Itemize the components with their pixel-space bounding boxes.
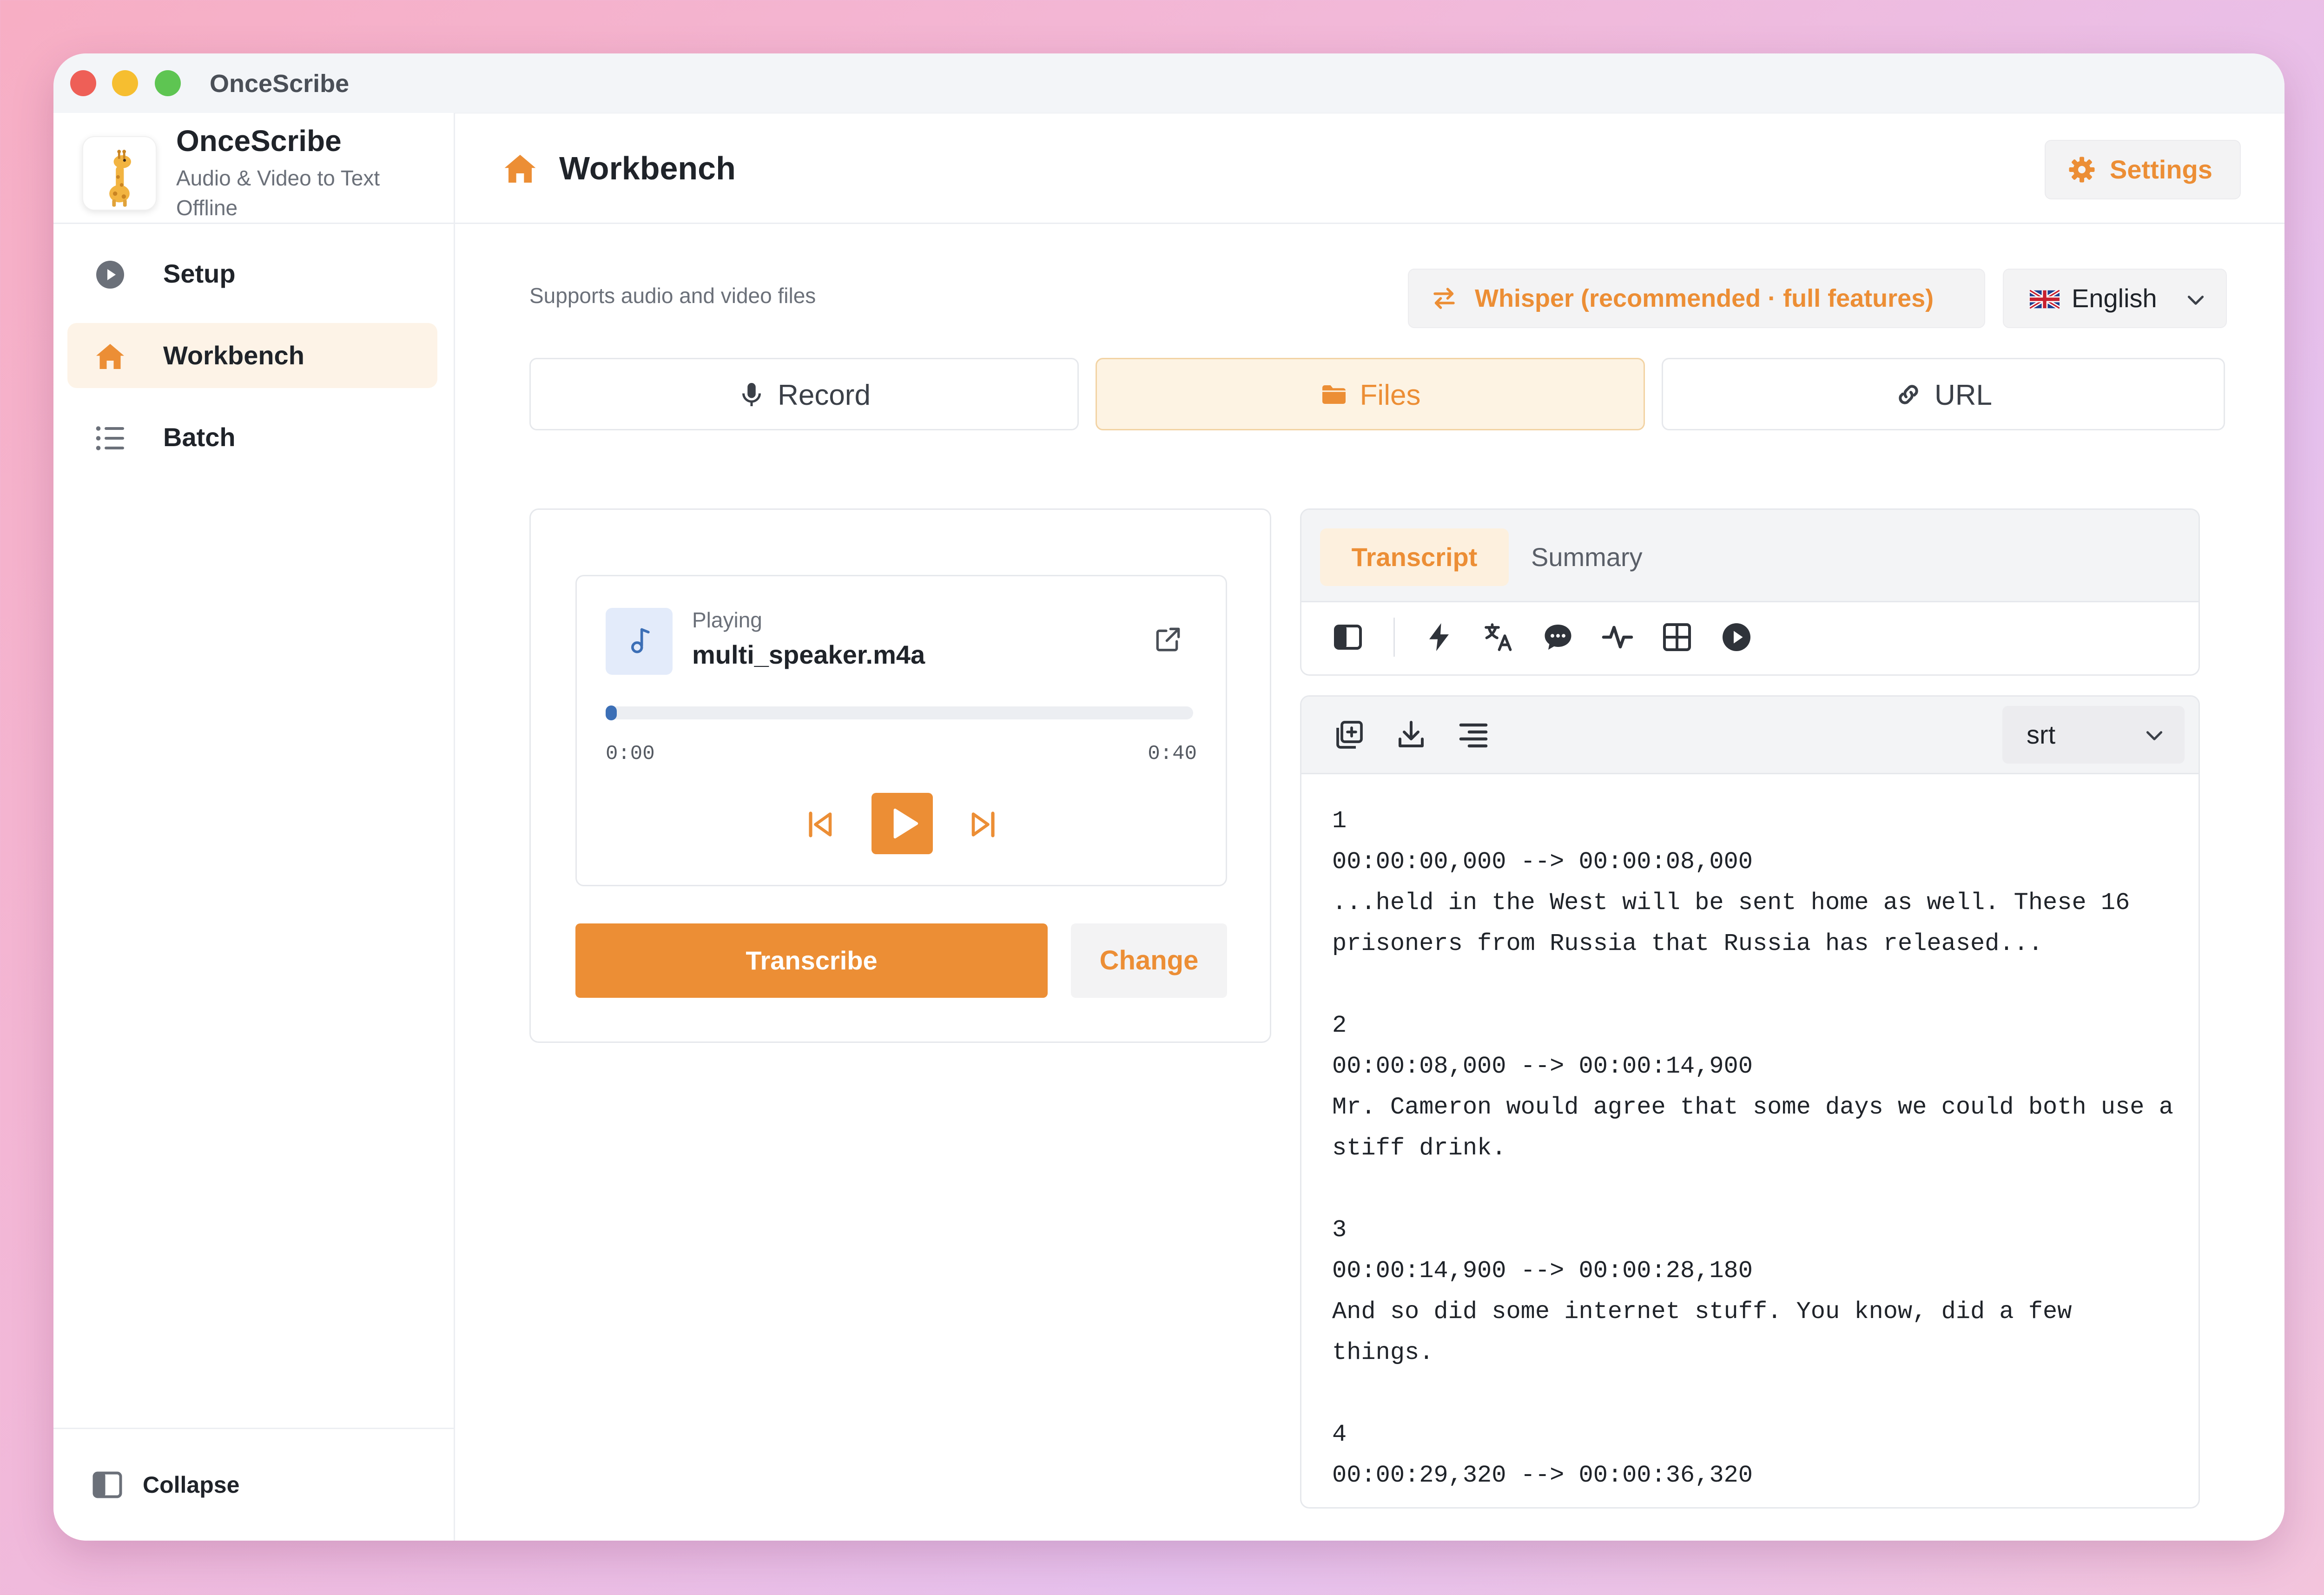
grid-icon[interactable] xyxy=(1660,620,1694,654)
close-window-button[interactable] xyxy=(70,70,96,96)
home-icon xyxy=(96,344,124,369)
workbench-main: Supports audio and video files Whisper (… xyxy=(455,224,2284,1541)
play-circle-icon xyxy=(96,261,124,289)
sidebar-collapse-icon xyxy=(92,1471,122,1498)
page-header: Workbench Settings xyxy=(455,113,2284,224)
tab-files[interactable]: Files xyxy=(1096,358,1645,430)
brand: OnceScribe Audio & Video to Text Offline xyxy=(53,113,454,224)
gear-icon xyxy=(2069,157,2095,183)
progress-bar[interactable] xyxy=(606,706,1193,719)
output-tabbar: Transcript Summary xyxy=(1301,510,2199,602)
model-switch-button[interactable]: Whisper (recommended · full features) xyxy=(1408,269,1985,328)
current-time: 0:00 xyxy=(606,742,655,765)
transcribe-button[interactable]: Transcribe xyxy=(575,923,1048,998)
minimize-window-button[interactable] xyxy=(112,70,138,96)
waveform-icon[interactable] xyxy=(1601,620,1634,654)
tab-label: Record xyxy=(778,379,871,411)
brand-name: OnceScribe xyxy=(176,124,342,158)
output-tabs-panel: Transcript Summary xyxy=(1300,508,2200,676)
collapse-button[interactable]: Collapse xyxy=(53,1428,454,1541)
tab-transcript[interactable]: Transcript xyxy=(1320,528,1509,586)
sidebar-item-label: Workbench xyxy=(163,341,304,370)
chat-bubble-icon[interactable] xyxy=(1541,620,1575,654)
app-window: OnceScribe OnceScribe Audio & Video to T… xyxy=(53,53,2284,1541)
uk-flag-icon xyxy=(2030,290,2060,309)
change-label: Change xyxy=(1099,945,1199,975)
supports-hint: Supports audio and video files xyxy=(529,283,816,308)
playback-status: Playing xyxy=(692,608,762,632)
chevron-down-icon xyxy=(2146,731,2163,740)
change-file-button[interactable]: Change xyxy=(1071,923,1227,998)
sidebar: OnceScribe Audio & Video to Text Offline… xyxy=(53,113,455,1541)
window-title: OnceScribe xyxy=(210,70,350,98)
link-icon xyxy=(1899,385,1918,404)
sidebar-item-batch[interactable]: Batch xyxy=(67,405,437,470)
sidebar-item-setup[interactable]: Setup xyxy=(67,241,437,306)
giraffe-logo-icon xyxy=(82,136,157,211)
swap-arrows-icon xyxy=(1433,288,1455,309)
sidebar-toggle-icon[interactable] xyxy=(1331,620,1365,654)
play-circle-icon[interactable] xyxy=(1720,620,1753,654)
tab-label: Files xyxy=(1360,379,1421,411)
tab-record[interactable]: Record xyxy=(529,358,1079,430)
brand-subtitle: Audio & Video to Text Offline xyxy=(176,166,380,220)
skip-back-icon[interactable] xyxy=(804,808,837,841)
sidebar-item-label: Batch xyxy=(163,422,236,452)
transcript-editor: srt 1 00:00:00,000 --> 00:00:08,000 ...h… xyxy=(1300,695,2200,1509)
tab-url[interactable]: URL xyxy=(1662,358,2225,430)
format-value: srt xyxy=(2027,720,2056,749)
settings-button[interactable]: Settings xyxy=(2045,140,2241,199)
transcript-text[interactable]: 1 00:00:00,000 --> 00:00:08,000 ...held … xyxy=(1332,801,2178,1496)
sidebar-item-workbench[interactable]: Workbench xyxy=(67,323,437,388)
open-external-icon[interactable] xyxy=(1153,625,1183,654)
progress-handle[interactable] xyxy=(606,705,617,720)
folder-icon xyxy=(1322,385,1346,404)
language-value: English xyxy=(2072,283,2157,313)
player-panel: Playing multi_speaker.m4a 0:00 0:40 Tran… xyxy=(529,508,1271,1043)
align-right-icon[interactable] xyxy=(1457,718,1490,751)
collapse-label: Collapse xyxy=(143,1472,240,1498)
play-icon xyxy=(893,808,918,839)
translate-icon[interactable] xyxy=(1482,620,1515,654)
audio-player: Playing multi_speaker.m4a 0:00 0:40 xyxy=(575,575,1227,886)
file-name: multi_speaker.m4a xyxy=(692,640,925,669)
music-note-icon xyxy=(606,608,673,675)
copy-icon[interactable] xyxy=(1332,718,1366,751)
home-icon xyxy=(504,155,536,183)
sidebar-item-label: Setup xyxy=(163,259,236,288)
lightning-icon[interactable] xyxy=(1422,620,1456,654)
tab-label: Transcript xyxy=(1351,542,1478,572)
chevron-down-icon xyxy=(2187,296,2204,305)
format-select[interactable]: srt xyxy=(2002,706,2185,764)
transcribe-label: Transcribe xyxy=(746,946,878,975)
zoom-window-button[interactable] xyxy=(155,70,181,96)
editor-toolbar: srt xyxy=(1301,697,2199,774)
language-select[interactable]: English xyxy=(2003,269,2227,328)
tab-label: URL xyxy=(1934,379,1993,411)
page-title: Workbench xyxy=(559,150,736,186)
play-button[interactable] xyxy=(872,793,933,854)
tab-summary[interactable]: Summary xyxy=(1531,541,1643,573)
model-label: Whisper (recommended · full features) xyxy=(1475,284,1934,312)
duration: 0:40 xyxy=(1148,742,1197,765)
settings-label: Settings xyxy=(2110,155,2212,184)
microphone-icon xyxy=(742,383,761,406)
list-icon xyxy=(96,426,124,450)
skip-forward-icon[interactable] xyxy=(966,808,1000,841)
toolbar-divider xyxy=(1393,618,1395,657)
download-icon[interactable] xyxy=(1394,718,1428,751)
title-bar: OnceScribe xyxy=(53,53,2284,113)
